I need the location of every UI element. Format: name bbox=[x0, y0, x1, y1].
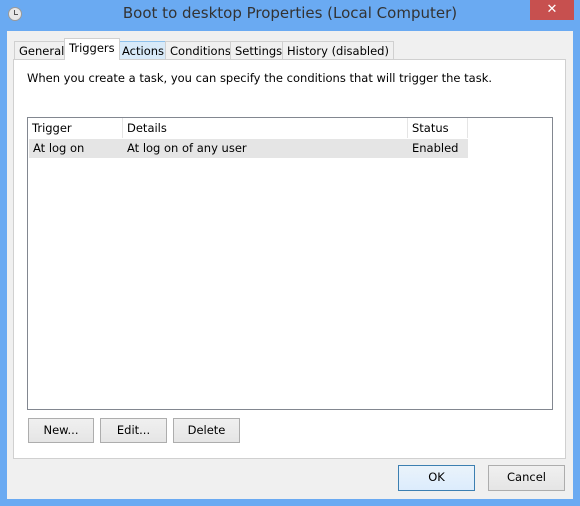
triggers-list[interactable]: Trigger Details Status At log on At log … bbox=[27, 117, 553, 410]
cell-details: At log on of any user bbox=[123, 139, 408, 158]
tab-general[interactable]: General bbox=[14, 41, 70, 60]
new-button[interactable]: New... bbox=[28, 418, 94, 443]
tab-conditions[interactable]: Conditions bbox=[165, 41, 236, 60]
tab-history[interactable]: History (disabled) bbox=[282, 41, 394, 60]
title-bar[interactable]: Boot to desktop Properties (Local Comput… bbox=[0, 0, 580, 30]
column-header-status[interactable]: Status bbox=[408, 118, 468, 138]
close-button[interactable]: ✕ bbox=[530, 0, 574, 20]
tab-actions[interactable]: Actions bbox=[117, 41, 170, 60]
column-header-trigger[interactable]: Trigger bbox=[28, 118, 123, 138]
cell-status: Enabled bbox=[408, 139, 468, 158]
cancel-button[interactable]: Cancel bbox=[488, 465, 565, 491]
column-header-details[interactable]: Details bbox=[123, 118, 408, 138]
ok-button[interactable]: OK bbox=[398, 465, 475, 491]
edit-button[interactable]: Edit... bbox=[100, 418, 167, 443]
window-title: Boot to desktop Properties (Local Comput… bbox=[122, 4, 458, 22]
tab-triggers[interactable]: Triggers bbox=[64, 38, 120, 60]
tab-settings[interactable]: Settings bbox=[230, 41, 288, 60]
delete-button[interactable]: Delete bbox=[173, 418, 240, 443]
cell-trigger: At log on bbox=[29, 139, 123, 158]
description-text: When you create a task, you can specify … bbox=[27, 71, 493, 85]
